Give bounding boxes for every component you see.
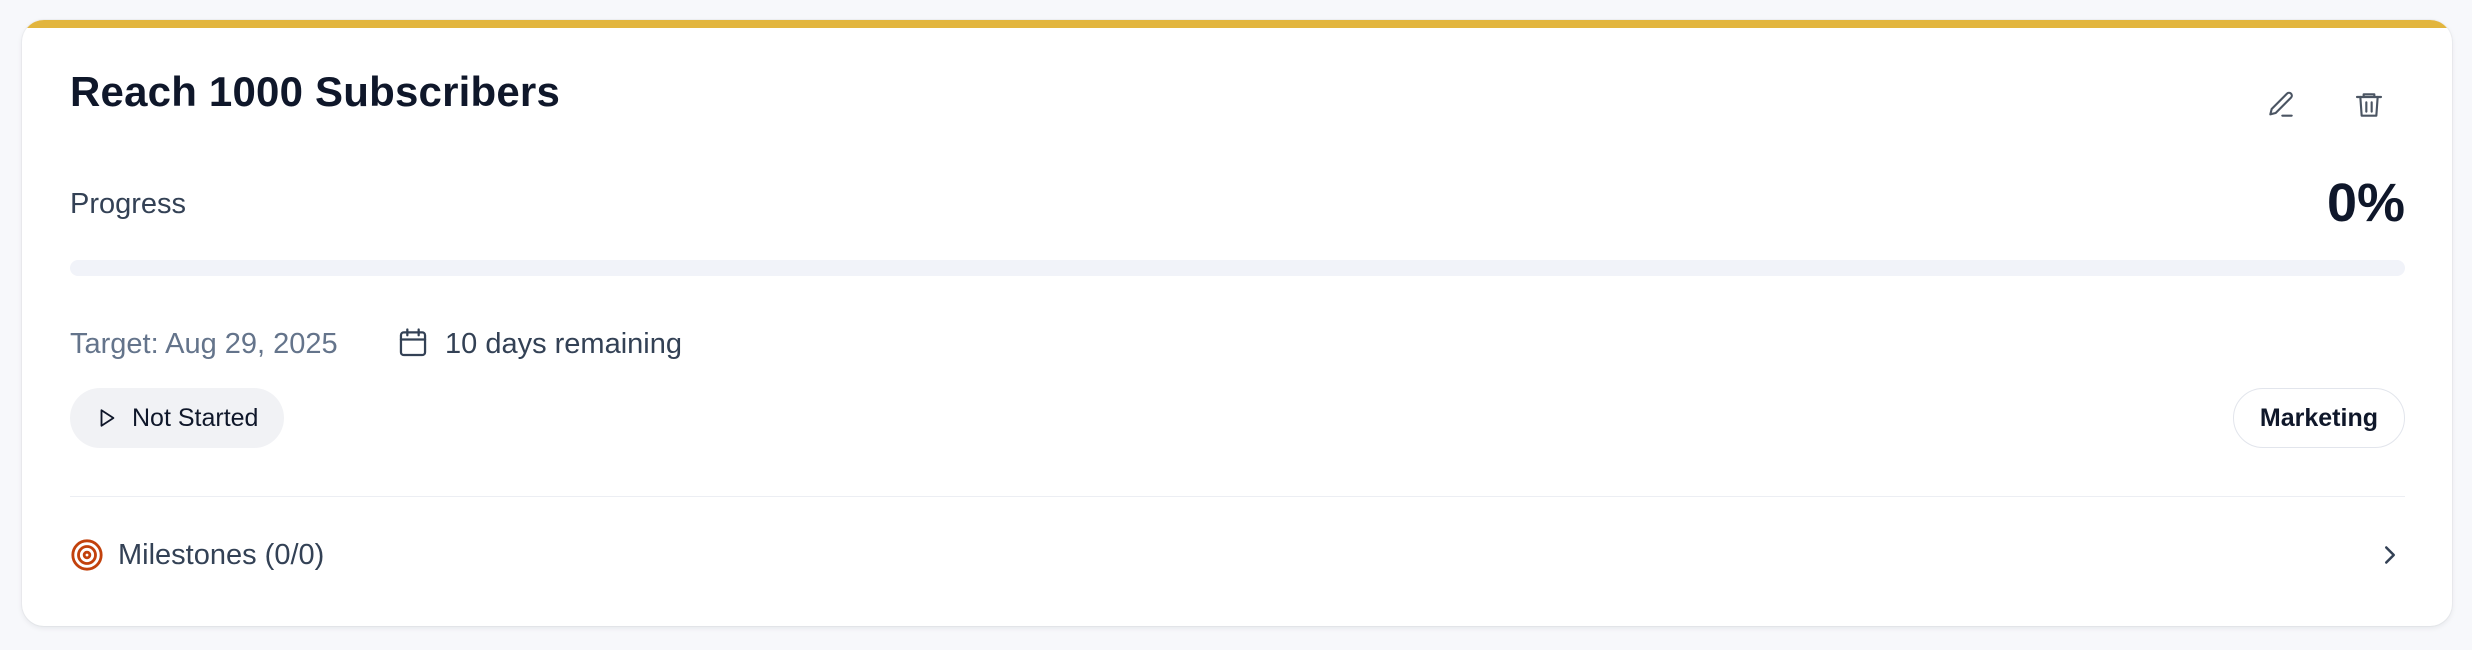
goal-card: Reach 1000 Subscribers Progress 0% Targe… bbox=[22, 20, 2452, 626]
milestones-toggle[interactable]: Milestones (0/0) bbox=[70, 520, 2405, 590]
chevron-right-icon bbox=[2385, 546, 2395, 564]
calendar-icon bbox=[399, 328, 427, 357]
delete-goal-button[interactable] bbox=[2339, 75, 2399, 135]
milestones-label: Milestones (0/0) bbox=[118, 538, 325, 571]
play-icon bbox=[100, 409, 115, 427]
progress-percentage: 0% bbox=[2326, 173, 2405, 233]
status-label: Not Started bbox=[132, 403, 259, 432]
goal-title: Reach 1000 Subscribers bbox=[70, 68, 561, 115]
trash-icon bbox=[2355, 93, 2383, 117]
pencil-icon bbox=[2269, 91, 2293, 117]
edit-goal-button[interactable] bbox=[2251, 75, 2311, 135]
progress-bar bbox=[70, 260, 2405, 276]
status-badge[interactable]: Not Started bbox=[70, 388, 285, 448]
target-icon bbox=[71, 539, 103, 571]
progress-label: Progress bbox=[70, 188, 187, 220]
divider bbox=[70, 496, 2405, 497]
target-date: Target: Aug 29, 2025 bbox=[70, 328, 338, 360]
goal-accent-bar bbox=[22, 20, 2452, 28]
category-badge: Marketing bbox=[2232, 388, 2405, 448]
days-remaining: 10 days remaining bbox=[445, 328, 682, 360]
